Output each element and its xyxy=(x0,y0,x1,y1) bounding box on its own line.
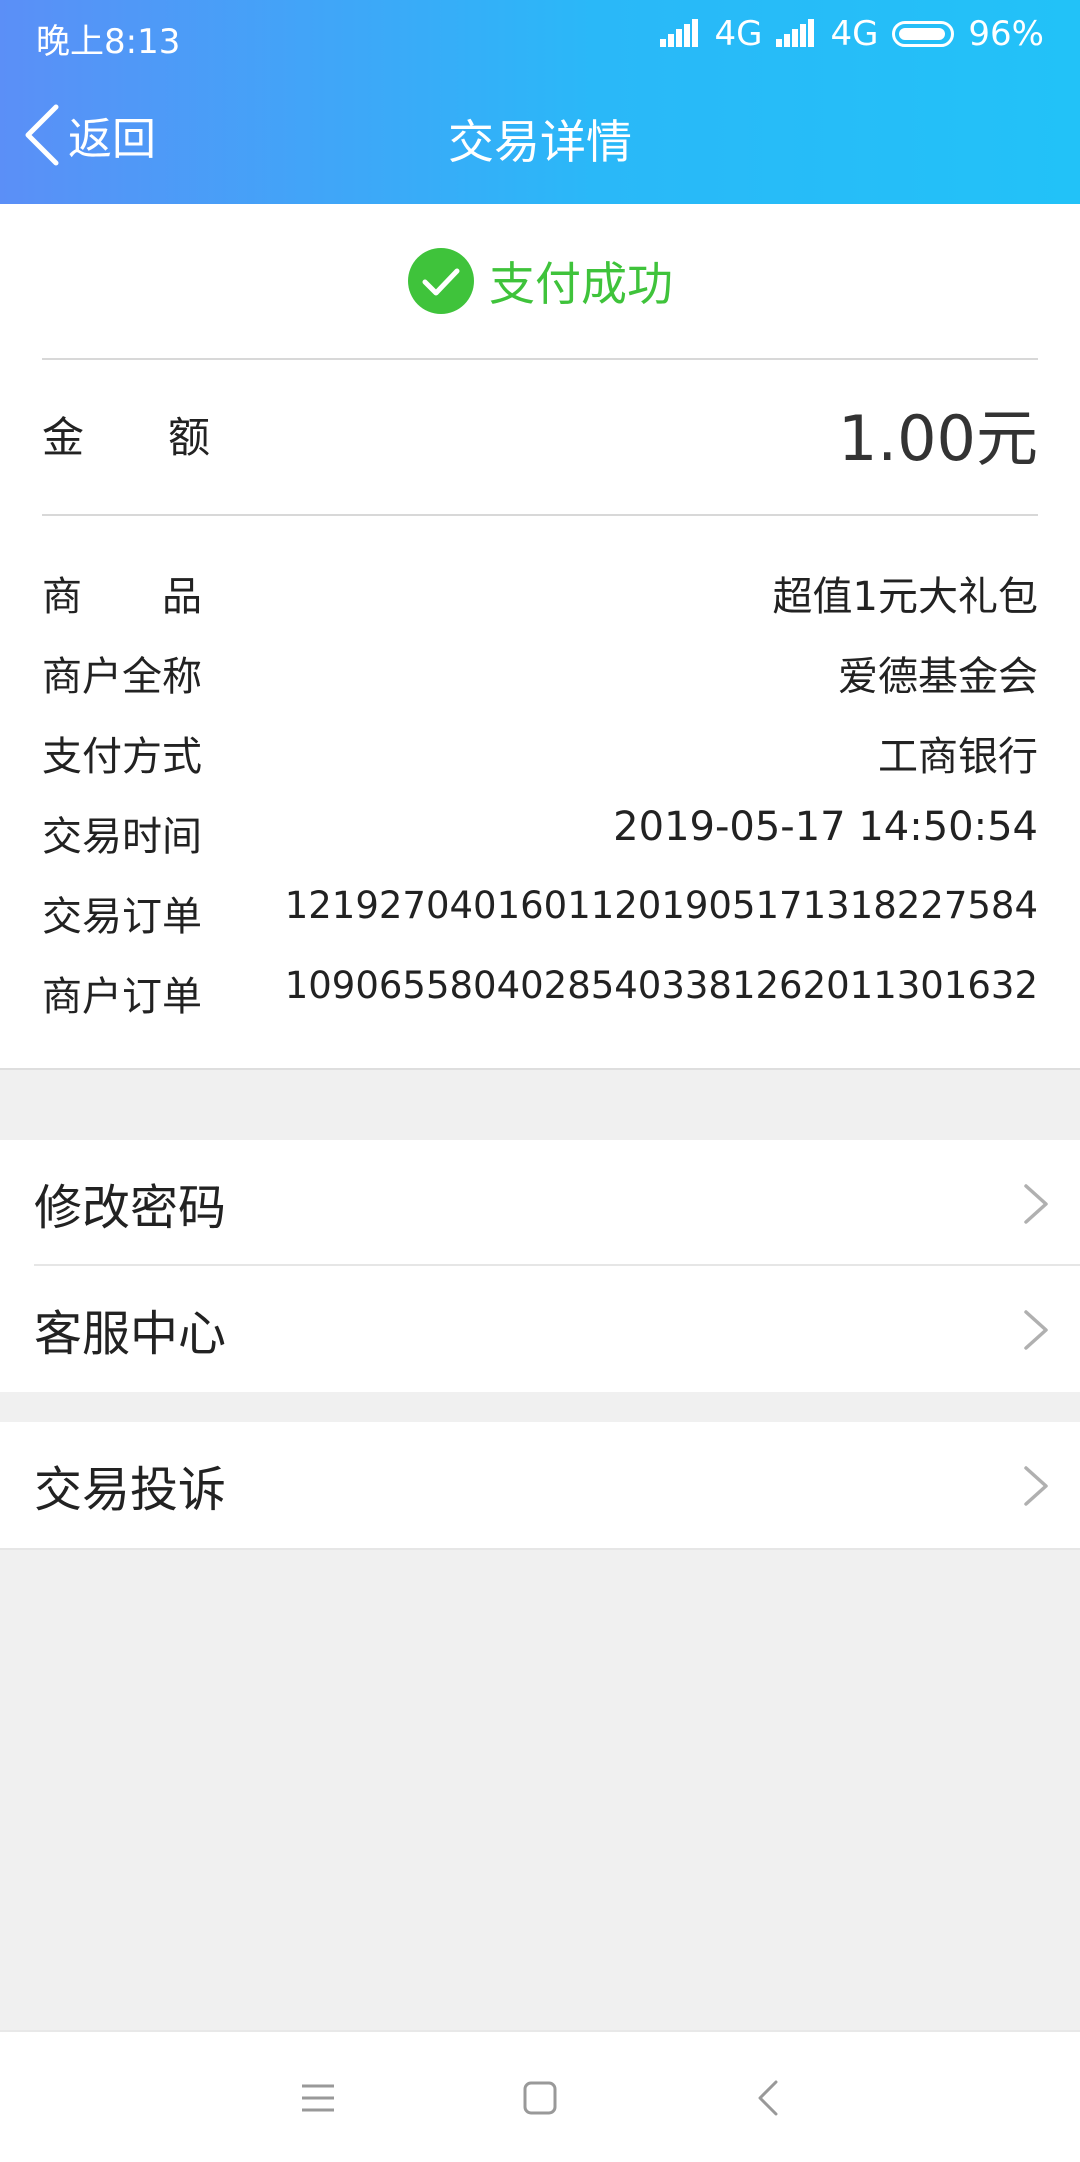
menu-label: 客服中心 xyxy=(34,1306,227,1362)
amount-value: 1.00元 xyxy=(837,402,1038,475)
detail-row-payment-method: 支付方式 工商银行 xyxy=(42,724,1038,794)
signal-icon xyxy=(660,19,700,49)
chevron-right-icon xyxy=(1024,1184,1048,1224)
detail-row-time: 交易时间 2019-05-17 14:50:54 xyxy=(42,804,1038,874)
detail-value: 2019-05-17 14:50:54 xyxy=(613,804,1038,850)
menu-item-customer-service[interactable]: 客服中心 xyxy=(0,1266,1080,1392)
chevron-right-icon xyxy=(1024,1310,1048,1350)
network-type-1: 4G xyxy=(714,14,763,54)
detail-value: 12192704016011201905171318227584 xyxy=(284,884,1038,927)
detail-value: 工商银行 xyxy=(878,734,1038,780)
menu-group-account: 修改密码 客服中心 xyxy=(0,1140,1080,1392)
transaction-detail-card: 支付成功 金 额 1.00元 商 品 超值1元大礼包 商户全称 爱德基金会 支付… xyxy=(0,204,1080,1070)
chevron-right-icon xyxy=(1024,1466,1048,1506)
detail-label: 商户订单 xyxy=(42,974,202,1020)
divider xyxy=(42,514,1038,516)
detail-row-merchant: 商户全称 爱德基金会 xyxy=(42,644,1038,714)
detail-value: 10906558040285403381262011301632 xyxy=(284,964,1038,1007)
home-icon[interactable] xyxy=(510,2068,570,2128)
page-title: 交易详情 xyxy=(448,115,632,169)
battery-level: 96% xyxy=(968,14,1044,54)
payment-status: 支付成功 xyxy=(0,244,1080,318)
status-bar: 晚上8:13 4G 4G 96% xyxy=(0,0,1080,70)
payment-status-text: 支付成功 xyxy=(489,257,673,311)
system-navigation-bar xyxy=(0,2030,1080,2162)
menu-item-transaction-complaint[interactable]: 交易投诉 xyxy=(0,1422,1080,1548)
detail-row-merchant-order: 商户订单 10906558040285403381262011301632 xyxy=(42,964,1038,1034)
header: 晚上8:13 4G 4G 96% 返回 交易详情 xyxy=(0,0,1080,204)
detail-label: 交易时间 xyxy=(42,814,202,860)
amount-label: 金 额 xyxy=(42,413,211,462)
battery-icon xyxy=(892,21,955,47)
menu-item-change-password[interactable]: 修改密码 xyxy=(0,1140,1080,1266)
detail-label: 商 品 xyxy=(42,574,202,620)
divider xyxy=(42,358,1038,360)
success-check-icon xyxy=(408,248,474,314)
detail-label: 商户全称 xyxy=(42,654,202,700)
signal-icon-2 xyxy=(776,19,816,49)
menu-label: 交易投诉 xyxy=(34,1462,227,1518)
menu-group-complaint: 交易投诉 xyxy=(0,1422,1080,1550)
menu-icon[interactable] xyxy=(288,2068,348,2128)
status-time: 晚上8:13 xyxy=(36,22,181,62)
detail-label: 交易订单 xyxy=(42,894,202,940)
back-icon[interactable] xyxy=(738,2068,798,2128)
detail-row-transaction-order: 交易订单 12192704016011201905171318227584 xyxy=(42,884,1038,954)
detail-value: 超值1元大礼包 xyxy=(772,574,1038,620)
detail-row-product: 商 品 超值1元大礼包 xyxy=(42,564,1038,634)
menu-label: 修改密码 xyxy=(34,1180,227,1236)
nav-bar: 返回 交易详情 xyxy=(0,70,1080,204)
network-type-2: 4G xyxy=(830,14,879,54)
detail-value: 爱德基金会 xyxy=(838,654,1038,700)
status-indicators: 4G 4G 96% xyxy=(660,14,1044,54)
detail-label: 支付方式 xyxy=(42,734,202,780)
